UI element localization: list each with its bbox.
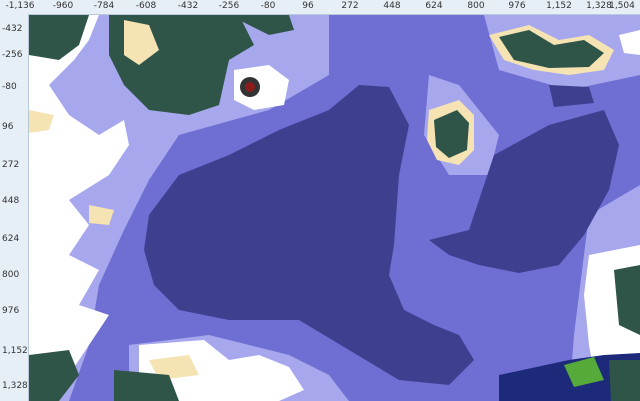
x-tick: 96 (302, 1, 314, 11)
y-coordinate-ruler: -432 -256 -80 96 272 448 624 800 976 1,1… (0, 14, 29, 401)
x-tick: -960 (52, 1, 74, 11)
y-tick: 448 (2, 196, 20, 206)
x-tick: 1,152 (546, 1, 572, 11)
y-tick: 976 (2, 306, 20, 316)
map-canvas[interactable] (29, 15, 640, 401)
x-tick: -608 (135, 1, 157, 11)
x-tick: 272 (341, 1, 359, 11)
y-tick: -256 (2, 50, 23, 60)
x-tick: 800 (467, 1, 485, 11)
map-viewer: -1,136 -960 -784 -608 -432 -256 -80 96 2… (0, 0, 640, 401)
y-tick: 1,152 (2, 346, 28, 356)
x-tick: -432 (177, 1, 199, 11)
y-tick: 1,328 (2, 381, 28, 391)
y-tick: 800 (2, 270, 20, 280)
x-tick: 624 (425, 1, 443, 11)
x-tick: -784 (93, 1, 115, 11)
forest-corner-southeast (609, 360, 640, 401)
x-tick: -1,136 (5, 1, 35, 11)
y-tick: -80 (2, 82, 17, 92)
x-tick: -80 (260, 1, 276, 11)
x-tick: -256 (218, 1, 240, 11)
x-tick: 448 (383, 1, 401, 11)
x-tick: 976 (508, 1, 526, 11)
x-tick: 1,328 (586, 1, 612, 11)
y-tick: 96 (2, 122, 14, 132)
y-tick: 624 (2, 234, 20, 244)
x-tick: 1,504 (609, 1, 635, 11)
x-coordinate-ruler: -1,136 -960 -784 -608 -432 -256 -80 96 2… (0, 0, 640, 15)
y-tick: 272 (2, 160, 20, 170)
y-tick: -432 (2, 24, 23, 34)
